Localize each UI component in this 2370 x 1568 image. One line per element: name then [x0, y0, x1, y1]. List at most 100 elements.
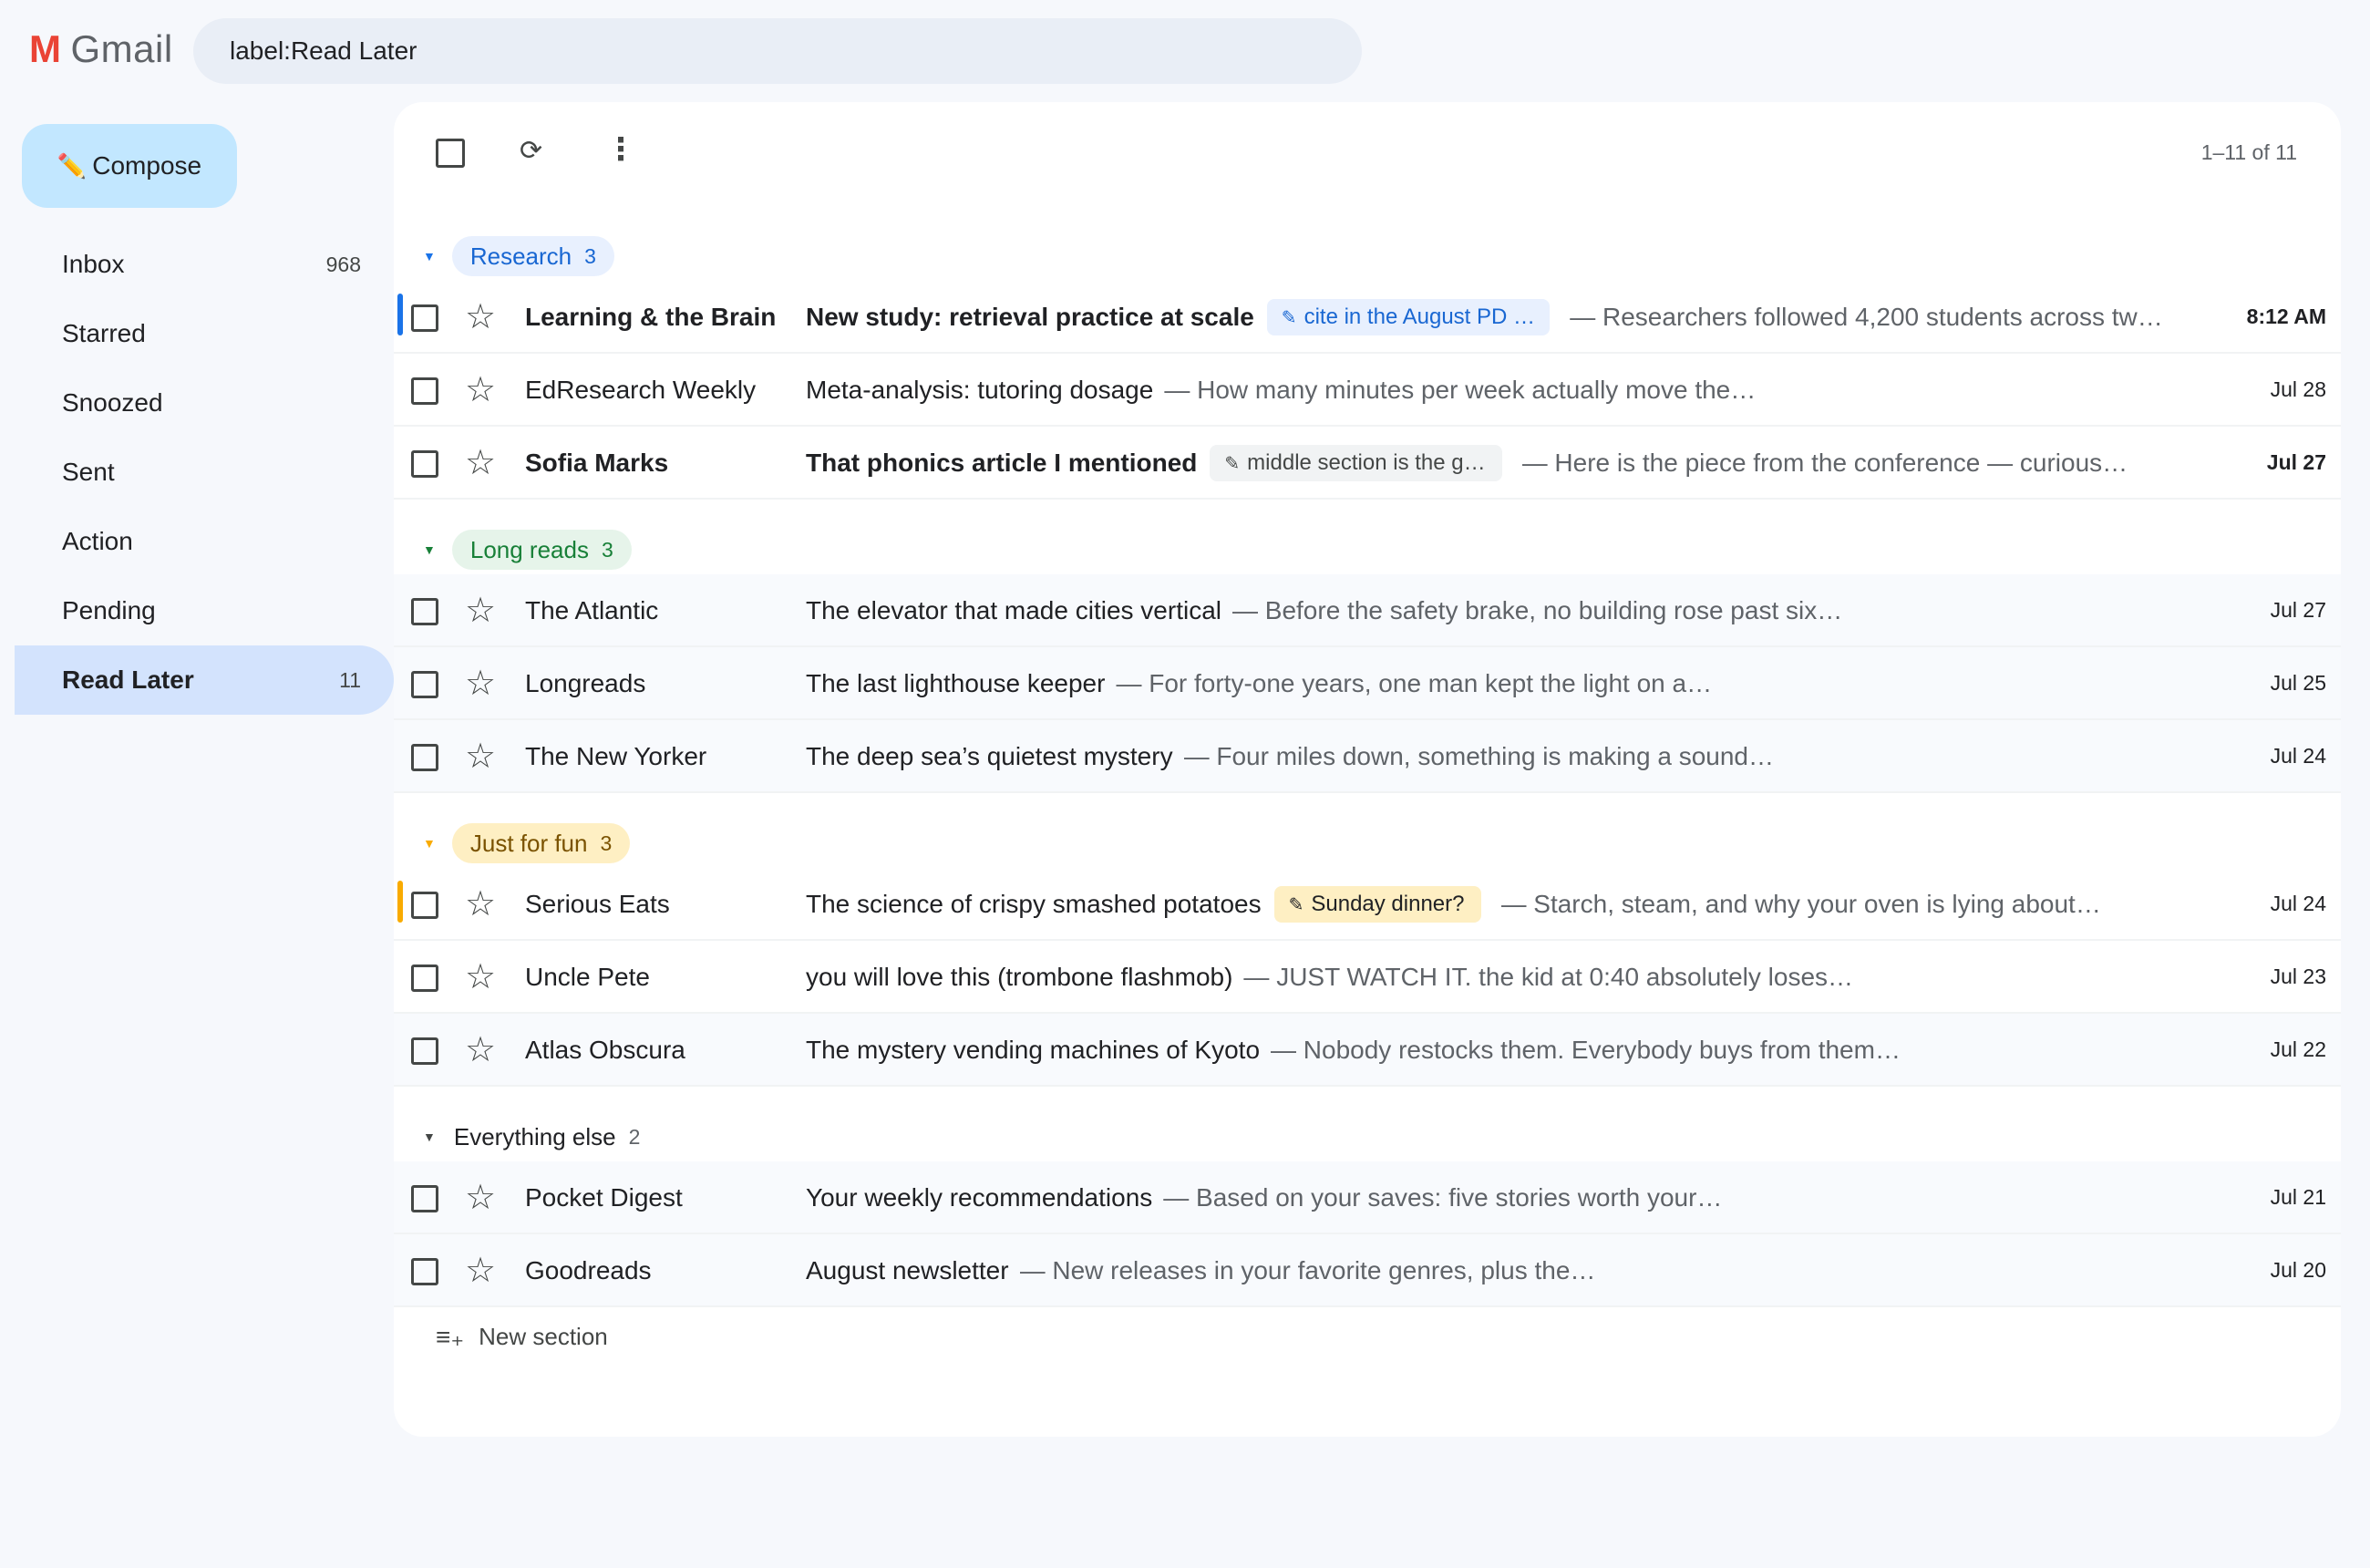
collapse-caret-icon[interactable]: ▼ — [423, 1130, 436, 1144]
table-row[interactable]: ☆ Goodreads August newsletter — New release… — [394, 1234, 2341, 1307]
search-bar[interactable] — [193, 18, 1362, 84]
table-row[interactable]: ☆ EdResearch Weekly Meta-analysis: tutorin… — [394, 354, 2341, 427]
star-icon[interactable]: ☆ — [465, 884, 496, 924]
star-icon[interactable]: ☆ — [465, 664, 496, 704]
star-icon[interactable]: ☆ — [465, 1251, 496, 1291]
row-checkbox[interactable] — [411, 1037, 438, 1065]
row-checkbox[interactable] — [411, 892, 438, 919]
email-sender: Pocket Digest — [525, 1183, 683, 1212]
email-sender: Serious Eats — [525, 890, 670, 918]
add-section-icon: ≡₊ — [436, 1323, 465, 1351]
message-list-panel: ⟳ ⋮ 1–11 of 11 ▼ Research 3 ☆ Learning & the… — [394, 102, 2341, 1437]
email-snippet: — Here is the piece from the conference … — [1521, 449, 2128, 477]
sidebar-item-label: Sent — [62, 458, 115, 486]
sidebar-item-label: Starred — [62, 319, 146, 347]
section-name: Research — [469, 242, 572, 270]
star-icon[interactable]: ☆ — [465, 297, 496, 337]
star-icon[interactable]: ☆ — [465, 737, 496, 777]
email-date: Jul 24 — [2270, 744, 2326, 768]
email-snippet: — For forty-one years, one man kept the … — [1116, 669, 1713, 697]
search-input[interactable] — [230, 36, 1362, 66]
select-all-checkbox[interactable] — [436, 139, 465, 168]
section-header[interactable]: ▼ Everything else 2 — [394, 1107, 2341, 1167]
email-body-preview: The elevator that made cities vertical — … — [806, 574, 2173, 647]
email-subject: The last lighthouse keeper — [806, 669, 1106, 697]
table-row[interactable]: ☆ Pocket Digest Your weekly recommendation… — [394, 1161, 2341, 1234]
collapse-caret-icon[interactable]: ▼ — [423, 542, 436, 557]
star-icon[interactable]: ☆ — [465, 370, 496, 410]
email-sender: Sofia Marks — [525, 449, 669, 477]
collapse-caret-icon[interactable]: ▼ — [423, 836, 436, 851]
email-body-preview: New study: retrieval practice at scale ✎ c… — [806, 281, 2173, 354]
email-date: Jul 21 — [2270, 1185, 2326, 1209]
table-row[interactable]: ☆ The New Yorker The deep sea’s quietest m… — [394, 720, 2341, 793]
email-note-chip[interactable]: ✎ Sunday dinner? — [1273, 886, 1481, 923]
table-row[interactable]: ☆ Longreads The last lighthouse keeper — Fo… — [394, 647, 2341, 720]
row-checkbox[interactable] — [411, 304, 438, 332]
email-snippet: — How many minutes per week actually mov… — [1164, 376, 1757, 404]
new-section-button[interactable]: ≡₊ New section — [436, 1322, 608, 1352]
section-header[interactable]: ▼ Long reads 3 — [394, 520, 2341, 580]
row-checkbox[interactable] — [411, 1258, 438, 1285]
email-body-preview: The last lighthouse keeper — For forty-on… — [806, 647, 2173, 720]
table-row[interactable]: ☆ Uncle Pete you will love this (trombone … — [394, 941, 2341, 1014]
gmail-logo[interactable]: M Gmail — [29, 27, 173, 71]
refresh-icon[interactable]: ⟳ — [520, 135, 542, 167]
star-icon[interactable]: ☆ — [465, 957, 496, 997]
table-row[interactable]: ☆ Sofia Marks That phonics article I menti… — [394, 427, 2341, 500]
new-section-label: New section — [479, 1323, 608, 1350]
email-snippet: — JUST WATCH IT. the kid at 0:40 absolut… — [1243, 963, 1854, 991]
sidebar-item-read-later[interactable]: Read Later 11 — [15, 645, 394, 715]
sidebar-item-starred[interactable]: Starred — [15, 299, 394, 368]
row-checkbox[interactable] — [411, 965, 438, 992]
email-note-chip[interactable]: ✎ cite in the August PD … — [1266, 299, 1551, 335]
star-icon[interactable]: ☆ — [465, 1178, 496, 1218]
row-checkbox[interactable] — [411, 1185, 438, 1212]
table-row[interactable]: ☆ Atlas Obscura The mystery vending machin… — [394, 1014, 2341, 1087]
email-body-preview: August newsletter — New releases in your … — [806, 1234, 2173, 1307]
sidebar-item-sent[interactable]: Sent — [15, 438, 394, 507]
row-checkbox[interactable] — [411, 450, 438, 478]
sidebar-item-label: Action — [62, 527, 133, 555]
section-name: Long reads — [469, 535, 589, 563]
app-header: M Gmail — [0, 0, 2370, 102]
email-snippet: — Before the safety brake, no building r… — [1231, 596, 1843, 624]
table-row[interactable]: ☆ Learning & the Brain New study: retrieva… — [394, 281, 2341, 354]
email-snippet: — New releases in your favorite genres, … — [1019, 1256, 1596, 1284]
gmail-logo-icon: M — [29, 27, 62, 70]
email-sender: Goodreads — [525, 1256, 652, 1284]
email-note-chip[interactable]: ✎ middle section is the g… — [1210, 445, 1502, 481]
sidebar-item-action[interactable]: Action — [15, 507, 394, 576]
note-text: Sunday dinner? — [1311, 892, 1465, 916]
table-row[interactable]: ☆ Serious Eats The science of crispy smash… — [394, 868, 2341, 941]
sidebar-item-pending[interactable]: Pending — [15, 576, 394, 645]
section-header[interactable]: ▼ Research 3 — [394, 226, 2341, 286]
section-header[interactable]: ▼ Just for fun 3 — [394, 813, 2341, 873]
collapse-caret-icon[interactable]: ▼ — [423, 249, 436, 263]
row-checkbox[interactable] — [411, 671, 438, 698]
sidebar-item-snoozed[interactable]: Snoozed — [15, 368, 394, 438]
note-icon: ✎ — [1224, 453, 1241, 474]
note-icon: ✎ — [1281, 307, 1297, 328]
sidebar-item-label: Read Later — [62, 665, 194, 694]
row-checkbox[interactable] — [411, 744, 438, 771]
email-subject: The elevator that made cities vertical — [806, 596, 1221, 624]
note-icon: ✎ — [1288, 894, 1304, 915]
row-checkbox[interactable] — [411, 377, 438, 405]
compose-button[interactable]: ✏️ Compose — [22, 124, 237, 208]
star-icon[interactable]: ☆ — [465, 443, 496, 483]
email-date: Jul 24 — [2270, 892, 2326, 915]
star-icon[interactable]: ☆ — [465, 591, 496, 631]
email-date: Jul 28 — [2270, 377, 2326, 401]
more-options-icon[interactable]: ⋮ — [605, 131, 636, 168]
email-date: Jul 23 — [2270, 965, 2326, 988]
email-body-preview: you will love this (trombone flashmob) — … — [806, 941, 2173, 1014]
email-sender: The Atlantic — [525, 596, 659, 624]
email-body-preview: Meta-analysis: tutoring dosage — How many… — [806, 354, 2173, 427]
email-body-preview: That phonics article I mentioned ✎ middle … — [806, 427, 2173, 500]
table-row[interactable]: ☆ The Atlantic The elevator that made citi… — [394, 574, 2341, 647]
row-accent-bar — [397, 881, 403, 923]
sidebar-item-inbox[interactable]: Inbox 968 — [15, 230, 394, 299]
row-checkbox[interactable] — [411, 598, 438, 625]
star-icon[interactable]: ☆ — [465, 1030, 496, 1070]
